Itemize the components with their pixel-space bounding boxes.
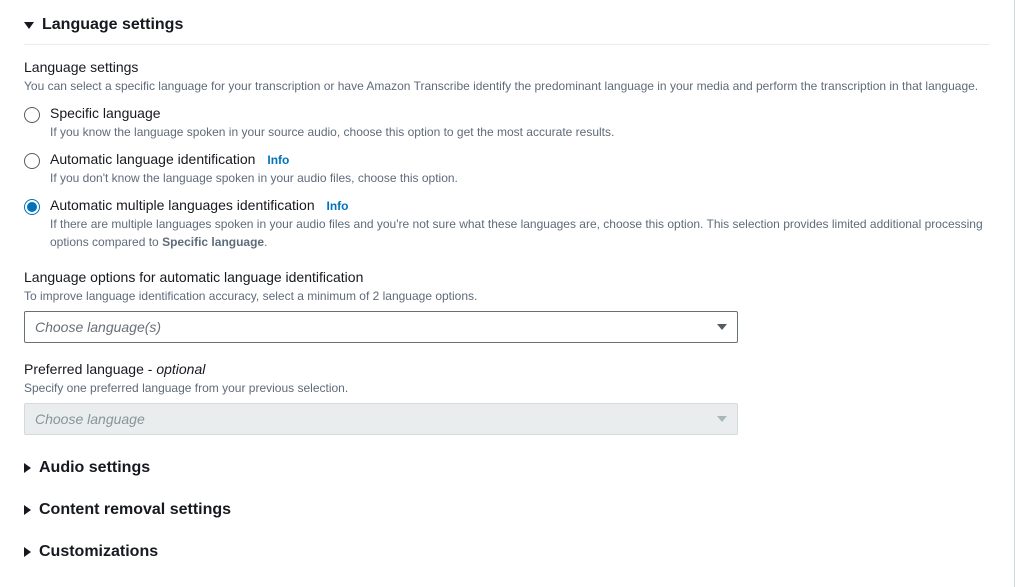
preferred-label-text: Preferred language - <box>24 361 156 377</box>
language-settings-title: Language settings <box>42 16 183 34</box>
language-options-hint: To improve language identification accur… <box>24 287 990 305</box>
language-options-select[interactable]: Choose language(s) <box>24 311 738 343</box>
radio-hint-bold: Specific language <box>162 235 264 249</box>
language-options-field: Language options for automatic language … <box>24 269 990 343</box>
radio-label: Automatic multiple languages identificat… <box>50 197 315 213</box>
radio-icon <box>24 199 40 215</box>
radio-label: Automatic language identification <box>50 151 255 167</box>
radio-hint: If there are multiple languages spoken i… <box>50 215 990 251</box>
radio-hint-suffix: . <box>264 235 267 249</box>
language-mode-radio-group: Specific language If you know the langua… <box>24 105 990 251</box>
triangle-right-icon <box>24 505 31 515</box>
preferred-optional-text: optional <box>156 361 205 377</box>
triangle-right-icon <box>24 547 31 557</box>
preferred-language-select: Choose language <box>24 403 738 435</box>
language-options-label: Language options for automatic language … <box>24 269 990 285</box>
radio-icon <box>24 107 40 123</box>
select-placeholder: Choose language <box>35 411 145 427</box>
content-removal-title: Content removal settings <box>39 501 231 519</box>
radio-hint: If you know the language spoken in your … <box>50 123 990 141</box>
radio-specific-language[interactable]: Specific language If you know the langua… <box>24 105 990 141</box>
caret-down-icon <box>717 324 727 330</box>
triangle-right-icon <box>24 463 31 473</box>
language-settings-label: Language settings <box>24 59 990 75</box>
select-placeholder: Choose language(s) <box>35 319 161 335</box>
info-link[interactable]: Info <box>267 153 289 167</box>
radio-content: Automatic language identification Info I… <box>50 151 990 187</box>
content-removal-settings-expander[interactable]: Content removal settings <box>24 495 990 525</box>
customizations-expander[interactable]: Customizations <box>24 537 990 567</box>
language-settings-field: Language settings You can select a speci… <box>24 59 990 251</box>
preferred-language-hint: Specify one preferred language from your… <box>24 379 990 397</box>
audio-settings-expander[interactable]: Audio settings <box>24 453 990 483</box>
radio-hint: If you don't know the language spoken in… <box>50 169 990 187</box>
radio-content: Specific language If you know the langua… <box>50 105 990 141</box>
language-settings-hint: You can select a specific language for y… <box>24 77 990 95</box>
preferred-language-field: Preferred language - optional Specify on… <box>24 361 990 435</box>
radio-label: Specific language <box>50 105 990 121</box>
customizations-title: Customizations <box>39 543 158 561</box>
info-link[interactable]: Info <box>327 199 349 213</box>
radio-content: Automatic multiple languages identificat… <box>50 197 990 251</box>
caret-down-icon <box>717 416 727 422</box>
audio-settings-title: Audio settings <box>39 459 150 477</box>
radio-auto-language[interactable]: Automatic language identification Info I… <box>24 151 990 187</box>
triangle-down-icon <box>24 22 34 29</box>
language-settings-expander[interactable]: Language settings <box>24 12 990 45</box>
radio-icon <box>24 153 40 169</box>
preferred-language-label: Preferred language - optional <box>24 361 990 377</box>
radio-auto-multiple-languages[interactable]: Automatic multiple languages identificat… <box>24 197 990 251</box>
